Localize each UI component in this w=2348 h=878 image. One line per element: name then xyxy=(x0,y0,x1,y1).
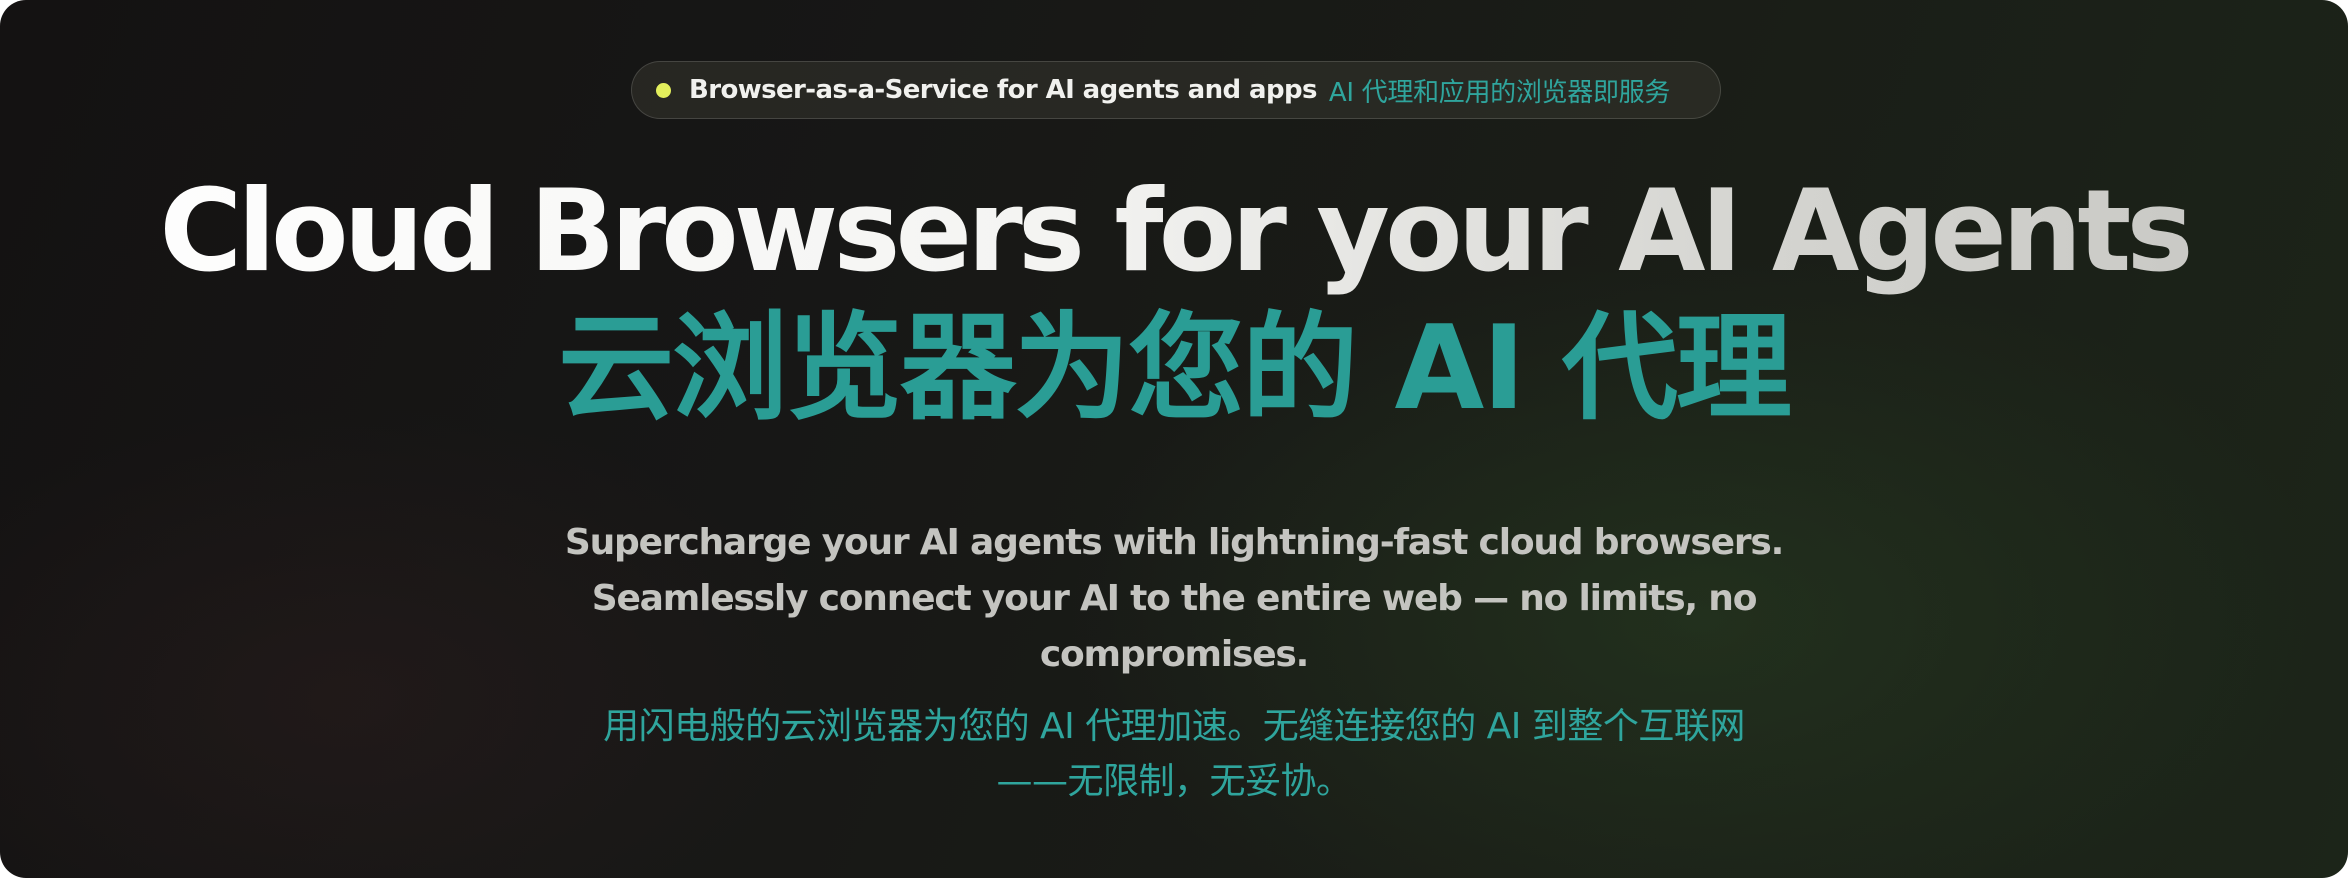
status-dot-icon xyxy=(656,82,671,98)
hero-subtitle-en-line-3: compromises. xyxy=(1039,634,1309,675)
badge-text-en: Browser-as-a-Service for AI agents and a… xyxy=(689,75,1317,105)
hero-subtitle-en-line-1: Supercharge your AI agents with lightnin… xyxy=(564,522,1784,563)
hero-title-en: Cloud Browsers for your AI Agents xyxy=(0,166,2348,296)
hero-section: Browser-as-a-Service for AI agents and a… xyxy=(0,0,2348,878)
hero-subtitle-zh-line-2: ——无限制，无妥协。 xyxy=(996,761,1352,802)
hero-title-zh: 云浏览器为您的 AI 代理 xyxy=(558,301,1792,436)
hero-subtitle-en-line-2: Seamlessly connect your AI to the entire… xyxy=(591,578,1758,619)
badge-text-zh: AI 代理和应用的浏览器即服务 xyxy=(1328,77,1671,108)
hero-subtitle-zh-line-1: 用闪电般的云浏览器为您的 AI 代理加速。无缝连接您的 AI 到整个互联网 xyxy=(603,706,1745,747)
announcement-badge[interactable]: Browser-as-a-Service for AI agents and a… xyxy=(631,61,1721,119)
